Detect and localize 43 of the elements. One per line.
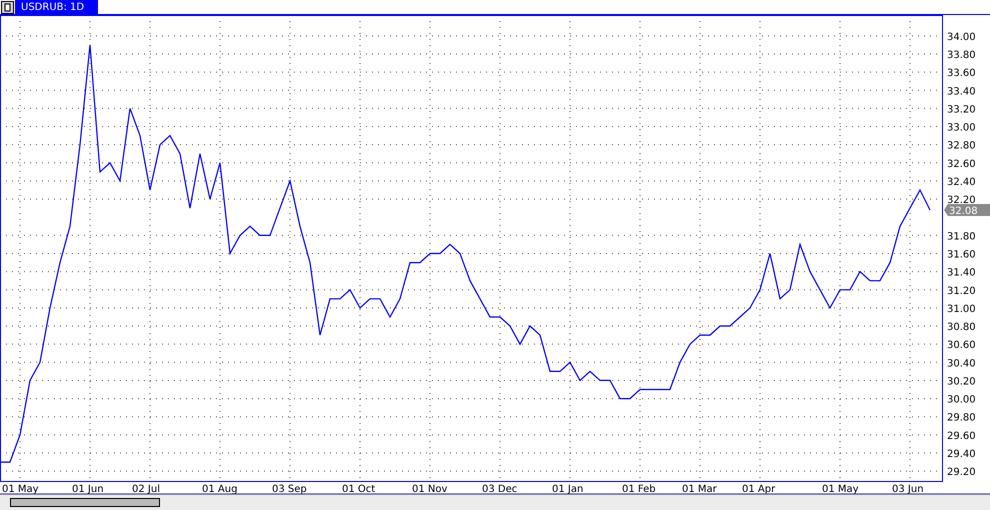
axis-label: 01 Feb bbox=[622, 484, 656, 494]
axis-label: 01 Aug bbox=[202, 484, 238, 494]
axis-label: 31.80 bbox=[947, 231, 976, 242]
axis-label: 30.40 bbox=[947, 358, 976, 370]
axis-label: 30.60 bbox=[947, 340, 976, 352]
axis-label: 01 Jan bbox=[552, 484, 584, 494]
axis-label: 31.20 bbox=[947, 286, 976, 297]
axis-label: 03 Sep bbox=[272, 484, 307, 494]
axis-label: 29.60 bbox=[947, 430, 976, 442]
window-icon[interactable] bbox=[1, 1, 14, 14]
axis-label: 32.80 bbox=[947, 140, 976, 152]
axis-label: 01 May bbox=[822, 484, 859, 494]
axis-label: 02 Jul bbox=[132, 484, 160, 494]
axis-label: 01 Oct bbox=[342, 484, 376, 494]
axis-label: 03 Dec bbox=[482, 484, 518, 494]
axis-label: 32.60 bbox=[947, 158, 976, 170]
chart-tab[interactable]: USDRUB: 1D bbox=[15, 0, 98, 14]
axis-label: 29.40 bbox=[947, 448, 976, 460]
axis-label: 33.60 bbox=[947, 68, 976, 80]
axis-label: 01 Mar bbox=[682, 484, 717, 494]
axis-label: 32.40 bbox=[947, 176, 976, 188]
axis-label: 30.00 bbox=[947, 394, 976, 406]
axis-label: 32.20 bbox=[947, 195, 976, 206]
axis-label: 29.20 bbox=[947, 467, 976, 478]
axis-label: 01 Apr bbox=[742, 484, 776, 494]
axis-label: 33.40 bbox=[947, 86, 976, 98]
last-price-marker: 32.08 bbox=[944, 204, 990, 217]
axis-label: 30.20 bbox=[947, 376, 976, 388]
axis-label: 01 Jun bbox=[72, 484, 104, 494]
axis-label: 31.60 bbox=[947, 249, 976, 260]
axis-label: 01 May bbox=[2, 484, 39, 494]
axis-label: 34.00 bbox=[947, 32, 976, 43]
axis-label: 29.80 bbox=[947, 412, 976, 424]
axis-label: 33.20 bbox=[947, 104, 976, 116]
axis-label: 31.00 bbox=[947, 304, 976, 315]
axis-label: 31.40 bbox=[947, 268, 976, 279]
scroll-thumb[interactable] bbox=[10, 498, 160, 507]
horizontal-scrollbar[interactable] bbox=[0, 494, 990, 510]
axis-label: 33.00 bbox=[947, 122, 976, 134]
axis-label: 30.80 bbox=[947, 322, 976, 334]
axis-label: 33.80 bbox=[947, 50, 976, 61]
axis-label: 01 Nov bbox=[412, 484, 448, 494]
axis-label: 03 Jun bbox=[892, 484, 924, 494]
